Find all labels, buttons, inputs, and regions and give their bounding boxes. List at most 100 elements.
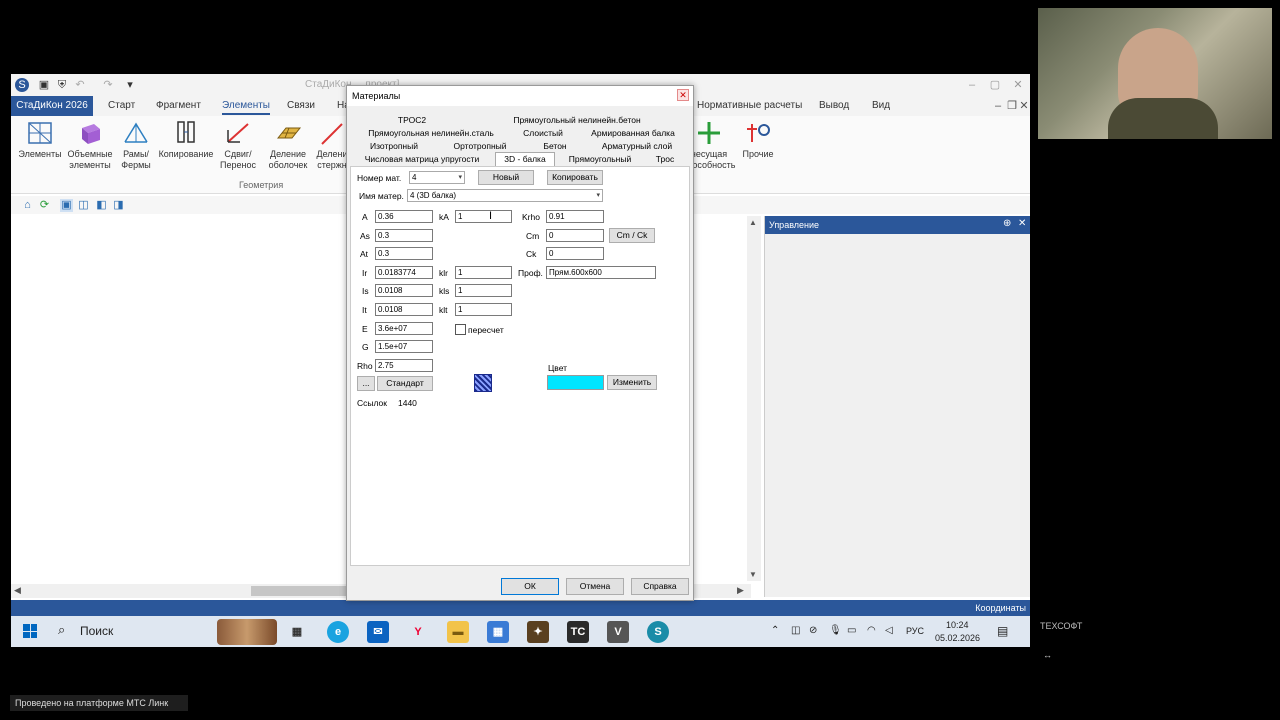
expand-icon[interactable]: ↔ bbox=[1043, 650, 1057, 660]
maximize-icon[interactable]: ▢ bbox=[986, 77, 1004, 93]
tray-language[interactable]: РУС bbox=[906, 626, 924, 636]
notifications-icon[interactable]: ▤ bbox=[997, 624, 1008, 638]
tab-elements[interactable]: Элементы bbox=[222, 100, 270, 115]
save-icon[interactable]: ▣ bbox=[37, 78, 51, 92]
new-button[interactable]: Новый bbox=[478, 170, 534, 185]
change-color-button[interactable]: Изменить bbox=[607, 375, 657, 390]
field-Cm-input[interactable]: 0 bbox=[546, 229, 604, 242]
tab-stiffness-matrix[interactable]: Числовая матрица упругости bbox=[359, 153, 485, 166]
scroll-thumb[interactable] bbox=[251, 586, 347, 596]
undo-icon[interactable]: ↶ bbox=[73, 78, 87, 92]
tray-mic-icon[interactable]: 🎙 bbox=[829, 625, 842, 636]
view-frame-icon[interactable]: ▣ bbox=[60, 199, 73, 212]
color-swatch[interactable] bbox=[547, 375, 604, 390]
field-E-input[interactable]: 3.6e+07 bbox=[375, 322, 433, 335]
scroll-down-icon[interactable]: ▼ bbox=[749, 570, 757, 579]
pin-icon[interactable]: ⊕ bbox=[1003, 218, 1011, 229]
field-kA-input[interactable]: 1 bbox=[455, 210, 512, 223]
app-menu-tab[interactable]: СтаДиКон 2026 bbox=[11, 96, 93, 116]
field-Ir-input[interactable]: 0.0183774 bbox=[375, 266, 433, 279]
yandex-browser-icon[interactable]: Y bbox=[407, 621, 429, 643]
redo-icon[interactable]: ↷ bbox=[101, 78, 115, 92]
copy-material-button[interactable]: Копировать bbox=[547, 170, 603, 185]
tray-volume-icon[interactable]: ◁ bbox=[885, 625, 893, 636]
volume-elements-button[interactable]: Объемные элементы bbox=[66, 120, 114, 176]
tab-fragment[interactable]: Фрагмент bbox=[156, 100, 201, 111]
search-highlight-image[interactable] bbox=[217, 619, 277, 645]
task-view-icon[interactable]: ▦ bbox=[286, 621, 308, 643]
tab-normative-calc[interactable]: Нормативные расчеты bbox=[697, 100, 802, 111]
calculator-icon[interactable]: ▦ bbox=[487, 621, 509, 643]
tab-tros2[interactable]: ТРОС2 bbox=[387, 114, 437, 127]
tab-links[interactable]: Связи bbox=[287, 100, 315, 111]
hatch-pattern-icon[interactable] bbox=[474, 374, 492, 392]
tab-rect-nonlinear-concrete[interactable]: Прямоугольный нелинейн.бетон bbox=[507, 114, 647, 127]
dialog-close-icon[interactable]: ✕ bbox=[677, 89, 689, 101]
tab-rectangular[interactable]: Прямоугольный bbox=[565, 153, 635, 166]
tool-app-icon[interactable]: ✦ bbox=[527, 621, 549, 643]
tab-isotropic[interactable]: Изотропный bbox=[361, 140, 427, 153]
stadicon-taskbar-icon[interactable]: S bbox=[647, 621, 669, 643]
other-button[interactable]: Прочие bbox=[737, 120, 779, 176]
field-Rho-input[interactable]: 2.75 bbox=[375, 359, 433, 372]
home-icon[interactable]: ⌂ bbox=[21, 199, 34, 212]
recalc-checkbox[interactable] bbox=[455, 324, 466, 335]
cm-ck-button[interactable]: Cm / Ck bbox=[609, 228, 655, 243]
vector-app-icon[interactable]: V bbox=[607, 621, 629, 643]
tc-app-icon[interactable]: TC bbox=[567, 621, 589, 643]
shift-move-button[interactable]: Сдвиг/ Перенос bbox=[217, 120, 259, 176]
close-icon[interactable]: ✕ bbox=[1009, 77, 1027, 93]
ribbon-minimize-icon[interactable]: – bbox=[991, 99, 1005, 113]
file-explorer-icon[interactable]: ▬ bbox=[447, 621, 469, 643]
taskbar-search-label[interactable]: Поиск bbox=[80, 624, 113, 638]
field-A-input[interactable]: 0.36 bbox=[375, 210, 433, 223]
cancel-button[interactable]: Отмена bbox=[566, 578, 624, 595]
tray-date[interactable]: 05.02.2026 bbox=[935, 633, 980, 643]
view-front-icon[interactable]: ◧ bbox=[95, 199, 108, 212]
field-klr-input[interactable]: 1 bbox=[455, 266, 512, 279]
copy-button[interactable]: Копирование bbox=[157, 120, 215, 176]
tab-output[interactable]: Вывод bbox=[819, 100, 849, 111]
frames-trusses-button[interactable]: Рамы/ Фермы bbox=[116, 120, 156, 176]
tray-chevron-icon[interactable]: ⌃ bbox=[771, 625, 779, 636]
tab-reinforcement-layer[interactable]: Арматурный слой bbox=[593, 140, 681, 153]
shield-icon[interactable]: ⛨ bbox=[55, 78, 69, 92]
tab-reinforced-beam[interactable]: Армированная балка bbox=[583, 127, 683, 140]
view-3d-icon[interactable]: ◫ bbox=[77, 199, 90, 212]
tab-cable[interactable]: Трос bbox=[645, 153, 685, 166]
edge-browser-icon[interactable]: e bbox=[327, 621, 349, 643]
scroll-up-icon[interactable]: ▲ bbox=[749, 218, 757, 227]
ok-button[interactable]: ОК bbox=[501, 578, 559, 595]
tab-start[interactable]: Старт bbox=[108, 100, 135, 111]
mail-icon[interactable]: ✉ bbox=[367, 621, 389, 643]
minimize-icon[interactable]: – bbox=[963, 77, 981, 93]
panel-close-icon[interactable]: ✕ bbox=[1018, 218, 1026, 229]
field-Is-input[interactable]: 0.0108 bbox=[375, 284, 433, 297]
tab-3d-beam[interactable]: 3D - балка bbox=[495, 152, 555, 167]
tray-wifi-icon[interactable]: ◠ bbox=[867, 625, 876, 636]
tray-screen-icon[interactable]: ◫ bbox=[791, 625, 800, 636]
ribbon-close-icon[interactable]: ✕ bbox=[1017, 99, 1030, 113]
tray-time[interactable]: 10:24 bbox=[946, 620, 969, 630]
tray-battery-icon[interactable]: ▭ bbox=[847, 625, 856, 636]
windows-start-icon[interactable] bbox=[23, 624, 37, 638]
tray-camera-off-icon[interactable]: ⊘ bbox=[809, 625, 817, 636]
dots-button[interactable]: ... bbox=[357, 376, 375, 391]
help-button[interactable]: Справка bbox=[631, 578, 689, 595]
refresh-icon[interactable]: ⟳ bbox=[38, 199, 51, 212]
mat-number-select[interactable]: 4 ▾ bbox=[409, 171, 465, 184]
mat-name-select[interactable]: 4 (3D балка) ▾ bbox=[407, 189, 603, 202]
field-Ck-input[interactable]: 0 bbox=[546, 247, 604, 260]
elements-button[interactable]: Элементы bbox=[17, 120, 63, 176]
field-Krho-input[interactable]: 0.91 bbox=[546, 210, 604, 223]
shell-division-button[interactable]: Деление оболочек bbox=[263, 120, 313, 176]
field-kls-input[interactable]: 1 bbox=[455, 284, 512, 297]
scroll-right-icon[interactable]: ▶ bbox=[737, 585, 744, 596]
scroll-left-icon[interactable]: ◀ bbox=[14, 585, 21, 596]
tab-view[interactable]: Вид bbox=[872, 100, 890, 111]
field-It-input[interactable]: 0.0108 bbox=[375, 303, 433, 316]
search-icon[interactable]: ⌕ bbox=[58, 622, 65, 638]
profile-input[interactable]: Прям.600x600 bbox=[546, 266, 656, 279]
quick-access-dropdown-icon[interactable]: ▾ bbox=[123, 78, 137, 92]
standard-button[interactable]: Стандарт bbox=[377, 376, 433, 391]
